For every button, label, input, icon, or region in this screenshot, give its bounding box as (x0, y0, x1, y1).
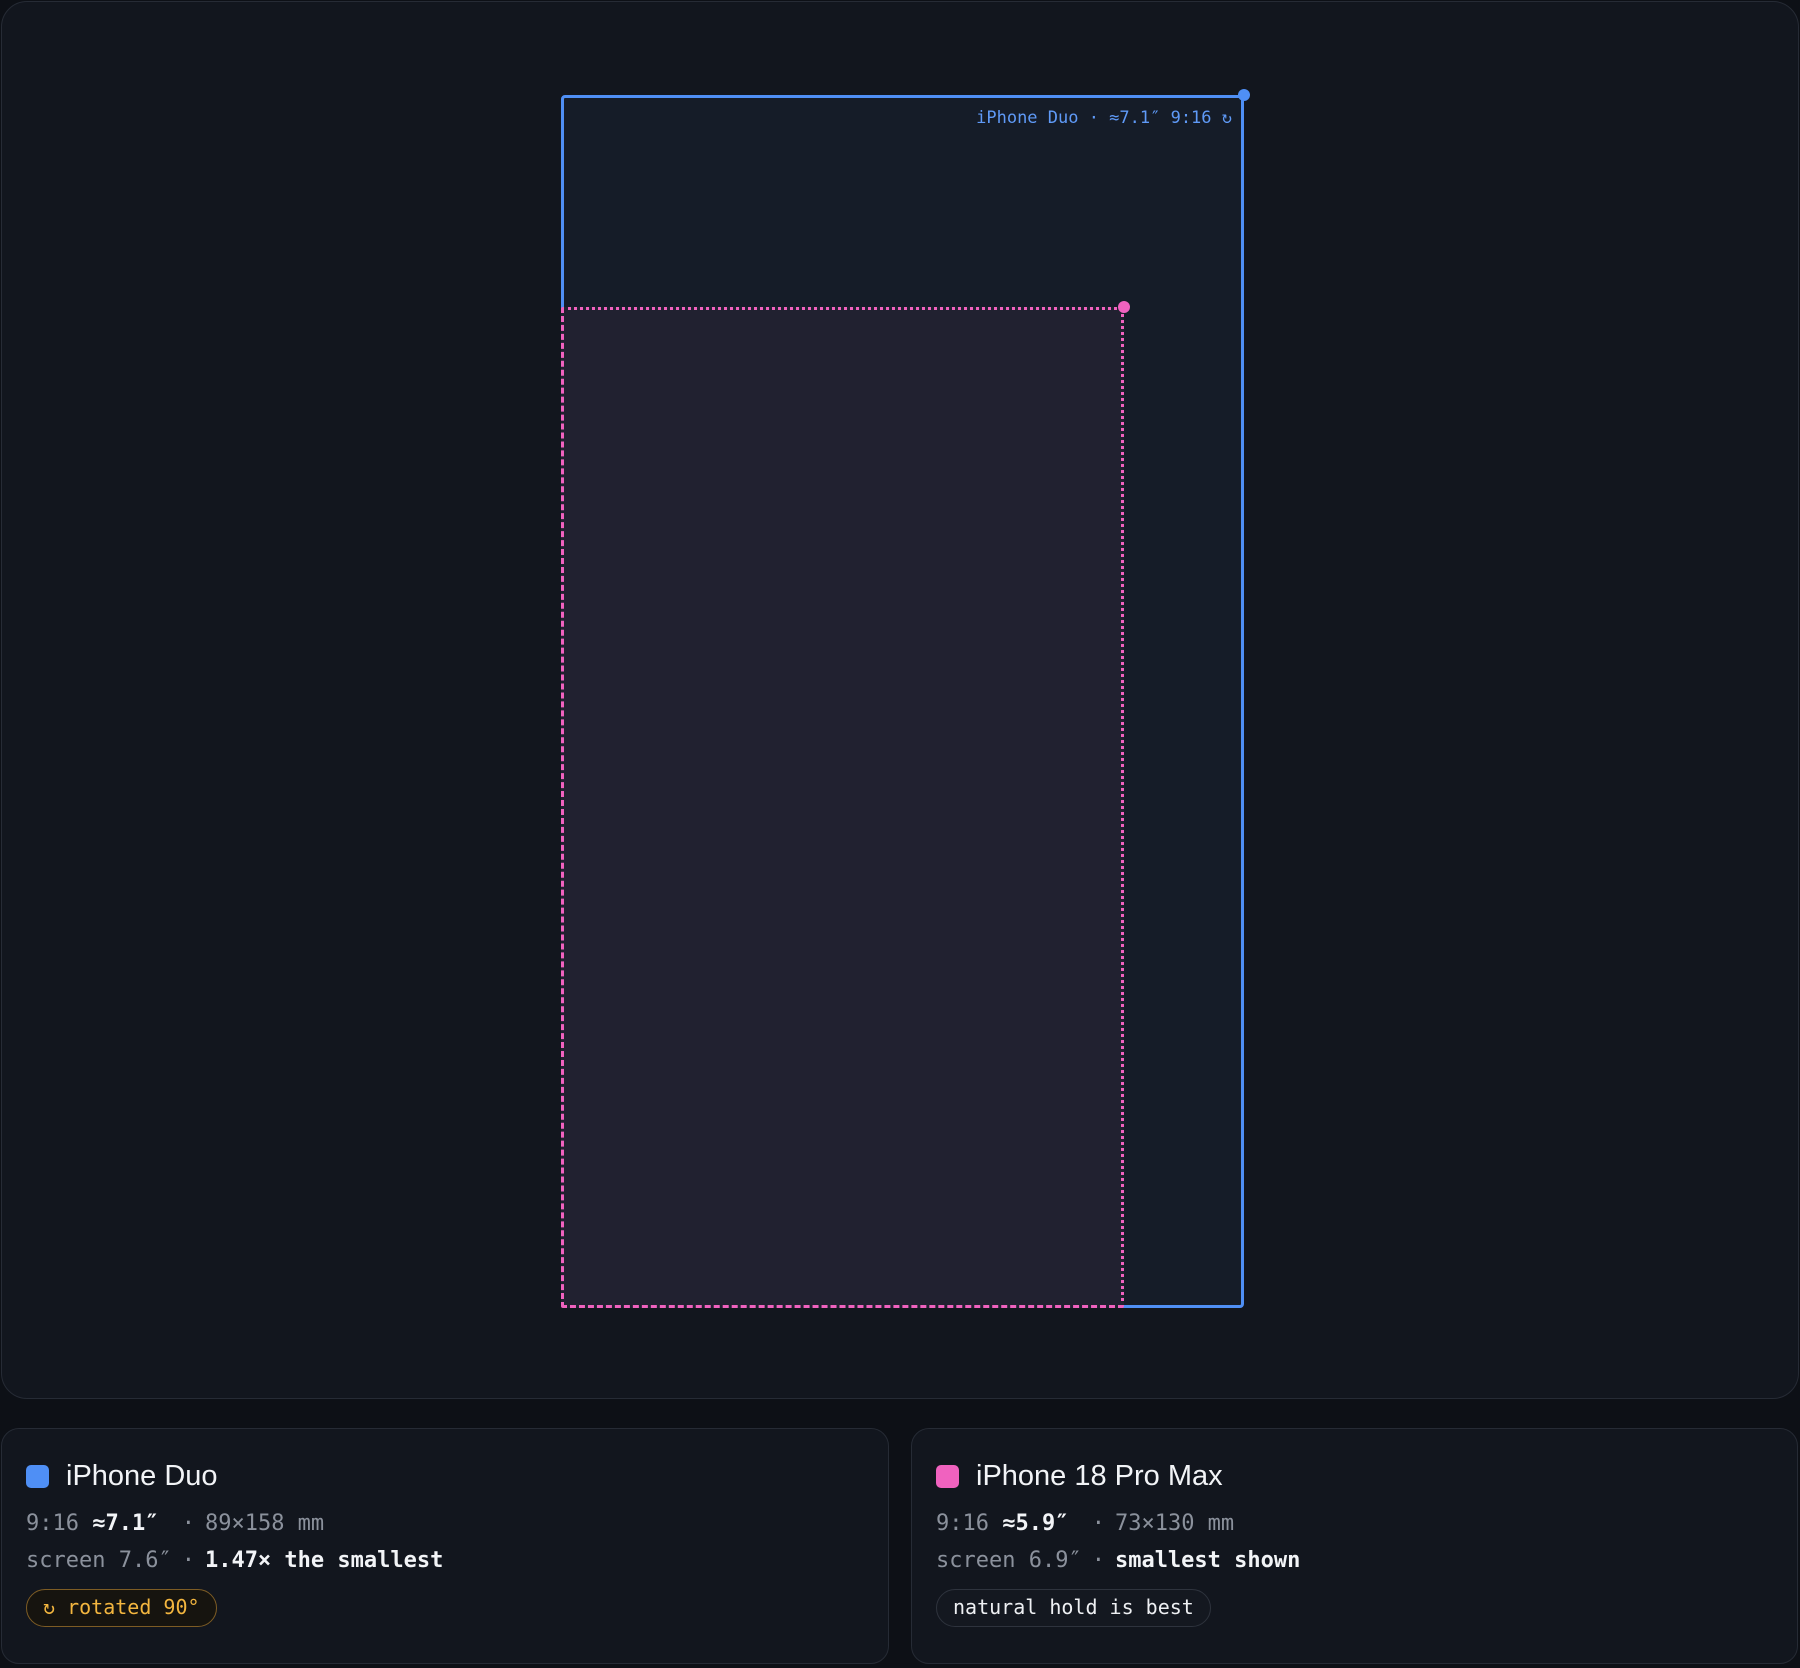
separator: · (1091, 1548, 1105, 1573)
screen-line: screen 7.6″ · 1.47× the smallest (26, 1548, 864, 1573)
color-swatch-icon (936, 1464, 959, 1488)
rotated-badge: ↻ rotated 90° (26, 1589, 217, 1627)
diagonal-size: ≈5.9″ (1002, 1511, 1069, 1536)
device-card-iphone-duo[interactable]: iPhone Duo 9:16 ≈7.1″ · 89×158 mm screen … (1, 1428, 889, 1664)
device-name: iPhone Duo (66, 1459, 218, 1492)
physical-dimensions: 73×130 mm (1114, 1511, 1235, 1536)
comparison-canvas: iPhone Duo · ≈7.1″ 9:16 ↻ (1, 1, 1799, 1399)
iphone-18-pro-max-resize-handle[interactable] (1118, 301, 1130, 313)
iphone-duo-frame-label: iPhone Duo · ≈7.1″ 9:16 ↻ (976, 108, 1232, 128)
separator: · (181, 1548, 195, 1573)
iphone-18-pro-max-outline[interactable] (561, 307, 1124, 1308)
diagonal-size: ≈7.1″ (92, 1511, 159, 1536)
device-name: iPhone 18 Pro Max (976, 1459, 1223, 1492)
size-line: 9:16 ≈7.1″ · 89×158 mm (26, 1511, 864, 1536)
aspect-ratio: 9:16 (26, 1511, 79, 1536)
screen-line: screen 6.9″ · smallest shown (936, 1548, 1773, 1573)
size-line: 9:16 ≈5.9″ · 73×130 mm (936, 1511, 1773, 1536)
device-card-iphone-18-pro-max[interactable]: iPhone 18 Pro Max 9:16 ≈5.9″ · 73×130 mm … (911, 1428, 1798, 1664)
separator: · (181, 1511, 195, 1536)
size-comparison: smallest shown (1114, 1548, 1301, 1573)
hold-badge: natural hold is best (936, 1589, 1211, 1627)
iphone-duo-resize-handle[interactable] (1238, 89, 1250, 101)
separator: · (1091, 1511, 1105, 1536)
screen-size: screen 7.6″ (26, 1548, 172, 1573)
aspect-ratio: 9:16 (936, 1511, 989, 1536)
physical-dimensions: 89×158 mm (204, 1511, 325, 1536)
size-comparison: 1.47× the smallest (204, 1548, 444, 1573)
color-swatch-icon (26, 1464, 49, 1488)
screen-size: screen 6.9″ (936, 1548, 1082, 1573)
